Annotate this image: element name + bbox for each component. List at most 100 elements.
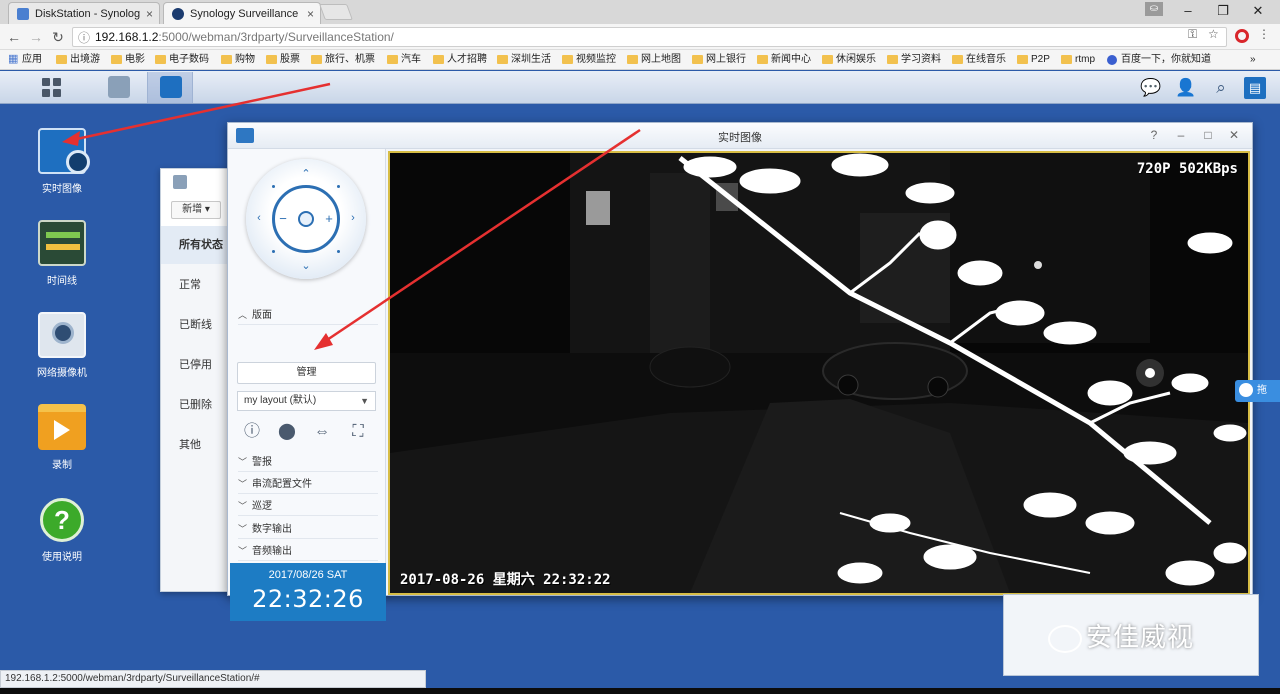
bookmark-folder[interactable]: 汽车 (387, 53, 421, 67)
bookmark-folder[interactable]: 新闻中心 (757, 53, 811, 67)
bookmark-folder[interactable]: 网上地图 (627, 53, 681, 67)
back-arrow-icon[interactable]: ← (4, 27, 24, 47)
key-icon[interactable]: ⚿ (1188, 27, 1197, 42)
close-button[interactable]: ✕ (1226, 127, 1242, 143)
reload-icon[interactable]: ↻ (48, 27, 68, 47)
ptz-up-arrow-icon[interactable]: ⌃ (299, 167, 313, 180)
patrol-section-header[interactable]: ﹀ 巡逻 (238, 496, 378, 516)
side-drag-tab[interactable]: 拖 (1235, 380, 1280, 402)
desktop-icon-help[interactable]: ? 使用说明 (22, 498, 102, 563)
browser-tab-surveillance[interactable]: Synology Surveillance × (163, 2, 321, 24)
folder-icon (497, 55, 508, 64)
close-window-button[interactable]: ✕ (1240, 0, 1276, 24)
desktop-icon-timeline[interactable]: 时间线 (22, 220, 102, 287)
info-icon[interactable]: ⓘ (239, 420, 265, 444)
bookmark-folder[interactable]: 股票 (266, 53, 300, 67)
maximize-button[interactable]: □ (1200, 127, 1216, 143)
menu-icon[interactable]: ⋮ (1258, 27, 1270, 41)
chevron-down-icon: ﹀ (238, 524, 248, 534)
new-tab-button[interactable] (319, 4, 353, 20)
bookmark-folder[interactable]: 电影 (111, 53, 145, 67)
search-icon[interactable]: ⌕ (1210, 77, 1232, 99)
manage-layout-button[interactable]: 管理 (237, 362, 376, 384)
widgets-panel-icon[interactable]: ▤ (1244, 77, 1266, 99)
page-info-icon[interactable]: ⓘ (78, 29, 90, 47)
browser-tab-diskstation[interactable]: DiskStation - Synolog × (8, 2, 160, 24)
bookmark-star-icon[interactable]: ☆ (1208, 27, 1219, 41)
bookmark-apps[interactable]: ▦ 应用 (8, 53, 42, 67)
desktop-icon-live-view[interactable]: 实时图像 (22, 128, 102, 195)
bookmark-folder[interactable]: 出境游 (56, 53, 100, 67)
bookmark-folder[interactable]: 旅行、机票 (311, 53, 375, 67)
audio-output-section-header[interactable]: ﹀ 音频输出 (238, 541, 378, 561)
bookmark-folder[interactable]: 人才招聘 (433, 53, 487, 67)
bookmark-folder[interactable]: 网上银行 (692, 53, 746, 67)
close-tab-icon[interactable]: × (307, 3, 314, 24)
notification-chat-icon[interactable]: 💬 (1140, 77, 1162, 99)
folder-icon (111, 55, 122, 64)
status-filter-disconnected[interactable]: 已断线 (161, 306, 229, 344)
bookmarks-overflow-button[interactable]: » (1250, 53, 1256, 67)
maximize-window-button[interactable]: ❐ (1205, 0, 1241, 24)
add-camera-button[interactable]: 新增 ▾ (171, 201, 221, 219)
status-filter-other[interactable]: 其他 (161, 426, 229, 464)
chevron-down-icon: ﹀ (238, 501, 248, 511)
stream-profile-section-header[interactable]: ﹀ 串流配置文件 (238, 474, 378, 494)
camera-video-feed[interactable]: 720P 502KBps 2017-08-26 星期六 22:32:22 (388, 151, 1250, 595)
close-tab-icon[interactable]: × (146, 3, 153, 24)
user-account-icon[interactable]: 👤 (1175, 77, 1197, 99)
night-camera-scene (390, 153, 1248, 593)
layout-select[interactable]: my layout (默认) ▼ (237, 391, 376, 411)
window-titlebar[interactable]: 实时图像 ? – □ ✕ (228, 123, 1252, 149)
minimize-button[interactable]: – (1173, 127, 1189, 143)
ptz-right-arrow-icon[interactable]: › (346, 212, 360, 224)
ptz-diagonal-dot[interactable] (337, 250, 340, 253)
status-filter-deleted[interactable]: 已删除 (161, 386, 229, 424)
ptz-diagonal-dot[interactable] (337, 185, 340, 188)
bookmark-baidu[interactable]: 百度一下，你就知道 (1107, 53, 1211, 67)
ptz-down-arrow-icon[interactable]: ⌄ (299, 259, 313, 272)
bookmark-folder[interactable]: 学习资料 (887, 53, 941, 67)
zoom-out-icon[interactable]: − (276, 211, 290, 226)
help-button[interactable]: ? (1146, 127, 1162, 143)
zoom-in-icon[interactable]: + (322, 211, 336, 226)
ptz-home-icon[interactable] (298, 211, 314, 227)
desktop-icon-recording[interactable]: 录制 (22, 404, 102, 471)
taskbar-app-surveillance-mgmt[interactable] (96, 72, 142, 103)
ptz-diagonal-dot[interactable] (272, 250, 275, 253)
status-filter-all[interactable]: 所有状态 (161, 226, 229, 264)
user-profile-icon[interactable]: ⛀ (1145, 2, 1163, 16)
fullscreen-icon[interactable]: ⛶ (345, 420, 371, 444)
digital-output-section-header[interactable]: ﹀ 数字输出 (238, 519, 378, 539)
main-menu-grid-icon[interactable] (42, 78, 62, 98)
bookmark-folder[interactable]: 视频监控 (562, 53, 616, 67)
bookmark-folder[interactable]: 休闲娱乐 (822, 53, 876, 67)
fit-width-icon[interactable]: ⇔ (309, 420, 335, 444)
ptz-control-wheel[interactable]: ⌃ ⌄ ‹ › − + (246, 159, 366, 279)
bookmark-folder[interactable]: 购物 (221, 53, 255, 67)
folder-icon (433, 55, 444, 64)
status-filter-disabled[interactable]: 已停用 (161, 346, 229, 384)
ptz-diagonal-dot[interactable] (272, 185, 275, 188)
bookmark-folder[interactable]: 深圳生活 (497, 53, 551, 67)
bookmark-folder[interactable]: 在线音乐 (952, 53, 1006, 67)
desktop-icon-label: 使用说明 (42, 552, 82, 563)
opera-extension-icon[interactable] (1235, 29, 1249, 43)
dropdown-caret-icon: ▼ (360, 396, 369, 406)
layout-section-header[interactable]: ︿ 版面 (238, 305, 378, 325)
map-pin-icon[interactable]: ⬤ (274, 420, 300, 444)
minimize-window-button[interactable]: – (1170, 0, 1206, 24)
forward-arrow-icon[interactable]: → (26, 27, 46, 47)
status-filter-normal[interactable]: 正常 (161, 266, 229, 304)
alert-section-header[interactable]: ﹀ 警报 (238, 452, 378, 472)
address-bar-row: ← → ↻ ⓘ 192.168.1.2:5000/webman/3rdparty… (0, 24, 1280, 50)
desktop-icon-ip-camera[interactable]: 网络摄像机 (22, 312, 102, 379)
bookmark-folder[interactable]: 电子数码 (155, 53, 209, 67)
bookmark-folder[interactable]: P2P (1017, 53, 1050, 67)
taskbar-app-live-view[interactable] (147, 72, 193, 103)
ptz-left-arrow-icon[interactable]: ‹ (252, 212, 266, 224)
chevron-down-icon: ﹀ (238, 457, 248, 467)
url-input[interactable]: ⓘ 192.168.1.2:5000/webman/3rdparty/Surve… (72, 27, 1227, 47)
bookmark-folder[interactable]: rtmp (1061, 53, 1095, 67)
folder-icon (887, 55, 898, 64)
